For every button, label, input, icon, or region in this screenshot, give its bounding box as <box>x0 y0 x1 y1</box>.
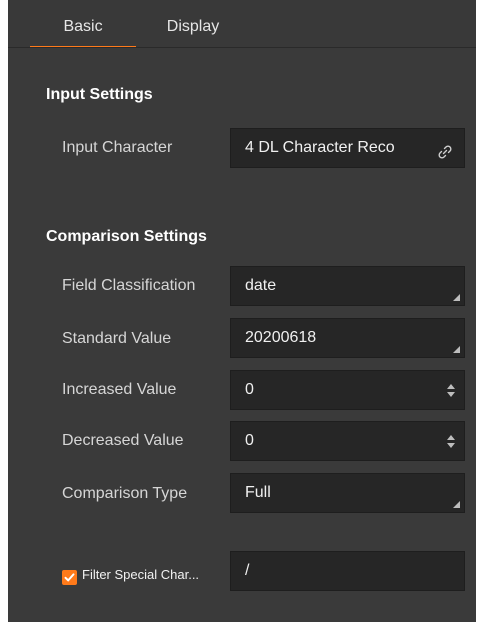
tab-divider <box>8 47 476 48</box>
input-character-value: 4 DL Character Reco <box>245 139 395 156</box>
increased-value-spinbox[interactable]: 0 <box>230 370 465 410</box>
comparison-settings-title: Comparison Settings <box>46 228 207 245</box>
increased-value-value: 0 <box>245 381 254 398</box>
input-settings-title: Input Settings <box>46 86 153 103</box>
standard-value-value: 20200618 <box>245 329 317 346</box>
comparison-type-dropdown[interactable]: Full <box>230 473 465 513</box>
decreased-value-spinbox[interactable]: 0 <box>230 421 465 461</box>
comparison-type-label: Comparison Type <box>62 485 188 502</box>
field-classification-label: Field Classification <box>62 277 196 294</box>
tab-bar: Basic Display <box>8 0 476 48</box>
decreased-value-value: 0 <box>245 432 254 449</box>
link-icon[interactable] <box>436 138 454 159</box>
dropdown-corner-icon <box>453 294 460 301</box>
field-classification-value: date <box>245 277 277 294</box>
filter-special-char-checkbox[interactable] <box>62 570 77 585</box>
increased-value-label: Increased Value <box>62 381 177 398</box>
settings-panel: Basic Display Input Settings Input Chara… <box>8 0 476 622</box>
spinner-arrows-icon[interactable] <box>446 435 456 449</box>
tab-basic[interactable]: Basic <box>30 18 136 48</box>
filter-special-char-value: / <box>245 562 250 579</box>
dropdown-corner-icon <box>453 501 460 508</box>
tab-display[interactable]: Display <box>158 18 228 48</box>
filter-special-char-label: Filter Special Char... <box>82 567 200 582</box>
input-character-field[interactable]: 4 DL Character Reco <box>230 128 465 168</box>
filter-special-char-input[interactable]: / <box>230 551 465 591</box>
standard-value-field[interactable]: 20200618 <box>230 318 465 358</box>
resize-corner-icon <box>453 346 460 353</box>
checkmark-icon <box>64 573 75 582</box>
comparison-type-value: Full <box>245 484 271 501</box>
input-character-label: Input Character <box>62 139 173 156</box>
field-classification-dropdown[interactable]: date <box>230 266 465 306</box>
spinner-arrows-icon[interactable] <box>446 384 456 398</box>
decreased-value-label: Decreased Value <box>62 432 184 449</box>
standard-value-label: Standard Value <box>62 330 172 347</box>
